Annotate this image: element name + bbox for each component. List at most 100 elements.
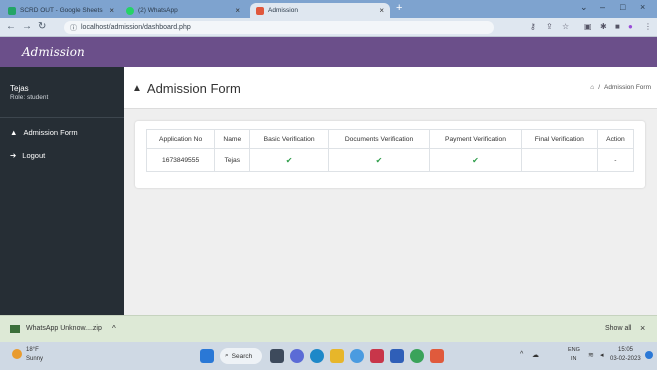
extension-icon[interactable]: ▣ <box>584 22 592 31</box>
documents-verification-check-icon: ✔ <box>327 148 431 172</box>
tab-label: SCRD OUT - Google Sheets <box>20 7 103 14</box>
app-icon[interactable] <box>350 349 364 363</box>
header-action: Action <box>596 129 635 149</box>
status-card: Application No Name Basic Verification D… <box>135 121 645 188</box>
header-final-verification: Final Verification <box>520 129 598 149</box>
browser-tab-strip: SCRD OUT - Google Sheets × (2) WhatsApp … <box>0 0 657 18</box>
store-icon[interactable] <box>390 349 404 363</box>
tab-search-icon[interactable]: ⌄ <box>580 2 588 13</box>
user-icon: ▲ <box>10 128 18 137</box>
sidebar-item-admission-form[interactable]: ▲ Admission Form <box>10 128 78 137</box>
mcafee-icon[interactable] <box>370 349 384 363</box>
minimize-icon[interactable]: – <box>600 2 605 12</box>
close-icon[interactable]: × <box>640 323 645 333</box>
clock-time[interactable]: 15:05 <box>618 347 633 353</box>
url-text: localhost/admission/dashboard.php <box>81 24 191 31</box>
table-header-row: Application No Name Basic Verification D… <box>145 129 635 149</box>
admission-favicon-icon <box>256 6 264 15</box>
logout-icon: ➔ <box>10 151 17 160</box>
taskbar-search[interactable]: ⌕ Search <box>220 348 262 364</box>
notification-icon[interactable] <box>645 351 653 359</box>
key-icon[interactable]: ⚷ <box>530 22 536 31</box>
edge-icon[interactable] <box>310 349 324 363</box>
breadcrumb-current: Admission Form <box>604 84 651 91</box>
puzzle-icon[interactable]: ✱ <box>600 22 607 31</box>
windows-start-icon[interactable] <box>200 349 214 363</box>
task-view-icon[interactable] <box>270 349 284 363</box>
page-header: ▲ Admission Form ⌂ / Admission Form <box>124 67 657 109</box>
tab-label: (2) WhatsApp <box>138 7 178 14</box>
zip-file-icon <box>10 325 20 333</box>
tab-google-sheets[interactable]: SCRD OUT - Google Sheets × <box>2 3 120 18</box>
url-bar[interactable]: ⓘ localhost/admission/dashboard.php <box>64 21 494 34</box>
header-documents-verification: Documents Verification <box>327 129 431 149</box>
cell-application-no: 1673849555 <box>145 148 216 172</box>
show-all-button[interactable]: Show all <box>605 325 631 332</box>
cell-action: - <box>596 148 635 172</box>
payment-verification-check-icon: ✔ <box>429 148 522 172</box>
download-bar: WhatsApp Unknow....zip ^ Show all × <box>0 315 657 342</box>
reload-icon[interactable]: ↻ <box>38 21 46 32</box>
tab-label: Admission <box>268 7 298 14</box>
back-icon[interactable]: ← <box>6 21 16 32</box>
breadcrumb-separator: / <box>598 84 601 91</box>
chat-icon[interactable] <box>290 349 304 363</box>
search-label: Search <box>231 352 253 360</box>
sidepanel-icon[interactable]: ■ <box>615 22 620 31</box>
forward-icon[interactable]: → <box>22 21 32 32</box>
address-toolbar: ← → ↻ ⓘ localhost/admission/dashboard.ph… <box>0 18 657 37</box>
menu-icon[interactable]: ⋮ <box>644 22 652 31</box>
sidebar: Tejas Role: student ▲ Admission Form ➔ L… <box>0 67 124 315</box>
close-tab-icon[interactable]: × <box>235 6 240 15</box>
share-icon[interactable]: ⇪ <box>546 22 553 31</box>
profile-icon[interactable]: ● <box>628 22 633 31</box>
cell-name: Tejas <box>214 148 251 172</box>
weather-desc: Sunny <box>26 356 44 362</box>
volume-icon[interactable]: ◂ <box>600 351 604 359</box>
language[interactable]: ENG <box>568 347 580 353</box>
page-title-text: Admission Form <box>146 81 241 96</box>
sidebar-item-label: Logout <box>22 151 46 160</box>
download-file[interactable]: WhatsApp Unknow....zip <box>26 325 102 332</box>
header-basic-verification: Basic Verification <box>249 129 329 149</box>
chrome-icon[interactable] <box>410 349 424 363</box>
windows-taskbar: 18°F Sunny ⌕ Search ^ ☁ ENG IN ≋ ◂ 15:05… <box>0 342 657 370</box>
close-tab-icon[interactable]: × <box>109 6 114 15</box>
user-role: Role: student <box>10 94 49 101</box>
header-name: Name <box>214 129 251 149</box>
status-table: Application No Name Basic Verification D… <box>145 129 635 172</box>
info-icon[interactable]: ⓘ <box>70 23 77 33</box>
cell-final-verification <box>520 148 598 172</box>
close-window-icon[interactable]: × <box>640 2 645 12</box>
whatsapp-icon <box>126 6 134 15</box>
star-icon[interactable]: ☆ <box>562 22 569 31</box>
home-icon[interactable]: ⌂ <box>590 84 594 91</box>
tray-chevron-icon[interactable]: ^ <box>520 351 523 358</box>
weather-temp: 18°F <box>26 347 39 353</box>
basic-verification-check-icon: ✔ <box>249 148 329 172</box>
clock-date[interactable]: 03-02-2023 <box>610 356 641 362</box>
onedrive-icon[interactable]: ☁ <box>532 351 539 359</box>
main-content: ▲ Admission Form ⌂ / Admission Form Appl… <box>124 67 657 315</box>
table-row: 1673849555 Tejas ✔ ✔ ✔ - <box>145 148 635 172</box>
region[interactable]: IN <box>571 356 577 362</box>
tab-whatsapp[interactable]: (2) WhatsApp × <box>120 3 246 18</box>
file-explorer-icon[interactable] <box>330 349 344 363</box>
chevron-up-icon[interactable]: ^ <box>112 324 116 333</box>
maximize-icon[interactable]: □ <box>620 2 625 12</box>
sidebar-item-logout[interactable]: ➔ Logout <box>10 151 45 160</box>
user-icon: ▲ <box>132 83 142 94</box>
search-icon: ⌕ <box>225 352 229 359</box>
brand-logo[interactable]: Admission <box>22 45 85 59</box>
wifi-icon[interactable]: ≋ <box>588 351 594 359</box>
close-tab-icon[interactable]: × <box>379 6 384 15</box>
page-title: ▲ Admission Form <box>132 81 241 96</box>
new-tab-icon[interactable]: + <box>396 2 402 14</box>
header-payment-verification: Payment Verification <box>429 129 522 149</box>
admission-app-icon[interactable] <box>430 349 444 363</box>
weather-icon[interactable] <box>12 349 22 359</box>
tab-admission[interactable]: Admission × <box>250 3 390 18</box>
header-application-no: Application No <box>145 129 216 149</box>
sheets-icon <box>8 6 16 15</box>
sidebar-divider <box>0 117 124 118</box>
